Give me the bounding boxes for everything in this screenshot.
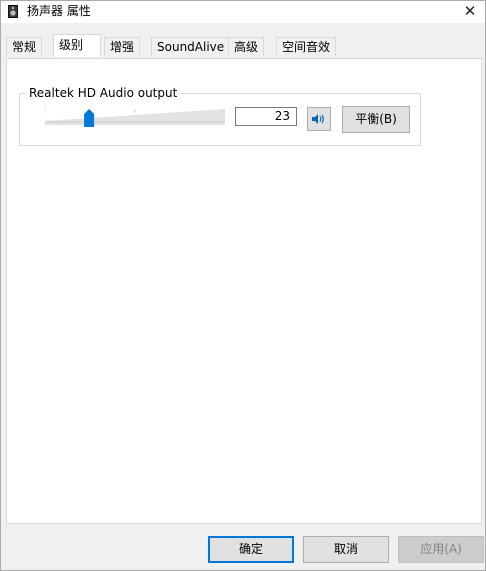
- tab-soundalive[interactable]: SoundAlive: [151, 37, 231, 56]
- close-icon: ✕: [463, 2, 477, 20]
- tab-enhancements[interactable]: 增强: [104, 37, 141, 56]
- mute-button[interactable]: [307, 107, 331, 131]
- speaker-icon: [312, 114, 324, 124]
- apply-button[interactable]: 应用(A): [398, 536, 484, 563]
- title-bar: 扬声器 属性 ✕: [1, 1, 485, 23]
- speaker-device-icon: [8, 5, 18, 18]
- volume-level-field[interactable]: 23: [235, 107, 297, 126]
- tab-general[interactable]: 常规: [6, 37, 43, 56]
- balance-button[interactable]: 平衡(B): [342, 106, 410, 133]
- volume-slider-thumb[interactable]: [84, 109, 95, 127]
- ok-button[interactable]: 确定: [208, 536, 294, 563]
- tab-advanced[interactable]: 高级: [228, 37, 265, 56]
- cancel-button[interactable]: 取消: [303, 536, 389, 563]
- volume-slider[interactable]: [45, 107, 225, 129]
- levels-panel: Realtek HD Audio output 23 平衡(B): [6, 58, 482, 524]
- window-title: 扬声器 属性: [27, 4, 91, 18]
- tab-levels[interactable]: 级别: [53, 34, 101, 57]
- device-name-label: Realtek HD Audio output: [26, 85, 181, 101]
- properties-window: 扬声器 属性 ✕ 常规 级别 增强 SoundAlive 高级 空间音效 Rea…: [0, 0, 486, 571]
- tab-spatial-sound[interactable]: 空间音效: [276, 37, 337, 56]
- close-button[interactable]: ✕: [455, 1, 485, 23]
- volume-slider-graphic: [45, 109, 225, 127]
